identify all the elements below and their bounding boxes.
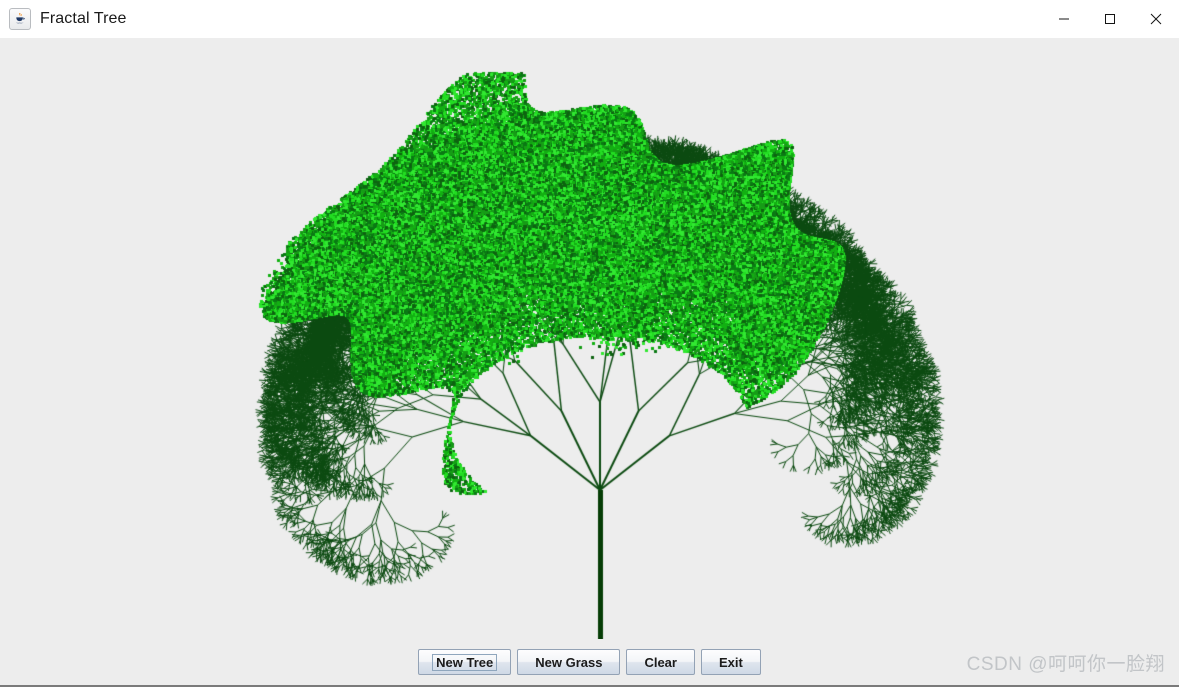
close-button[interactable] bbox=[1133, 0, 1179, 38]
fractal-tree-canvas-area[interactable] bbox=[0, 38, 1179, 639]
window-controls bbox=[1041, 0, 1179, 38]
exit-button-label: Exit bbox=[718, 654, 743, 670]
exit-button[interactable]: Exit bbox=[700, 649, 761, 675]
title-bar: Fractal Tree bbox=[0, 0, 1179, 38]
new-tree-button[interactable]: New Tree bbox=[418, 649, 512, 675]
new-grass-button[interactable]: New Grass bbox=[517, 649, 621, 675]
fractal-tree-window: Fractal Tree New Tree New Grass Clear Ex… bbox=[0, 0, 1179, 687]
fractal-tree-drawing[interactable] bbox=[0, 38, 1179, 639]
maximize-button[interactable] bbox=[1087, 0, 1133, 38]
csdn-watermark: CSDN @呵呵你一脸翔 bbox=[966, 654, 1165, 675]
clear-button-label: Clear bbox=[644, 654, 677, 670]
title-bar-left: Fractal Tree bbox=[0, 8, 127, 30]
new-grass-button-label: New Grass bbox=[535, 654, 603, 670]
java-coffee-cup-icon bbox=[9, 8, 31, 30]
control-button-bar: New Tree New Grass Clear Exit CSDN @呵呵你一… bbox=[0, 639, 1179, 685]
new-tree-button-label: New Tree bbox=[432, 653, 498, 671]
window-title: Fractal Tree bbox=[40, 10, 127, 27]
minimize-button[interactable] bbox=[1041, 0, 1087, 38]
clear-button[interactable]: Clear bbox=[626, 649, 695, 675]
